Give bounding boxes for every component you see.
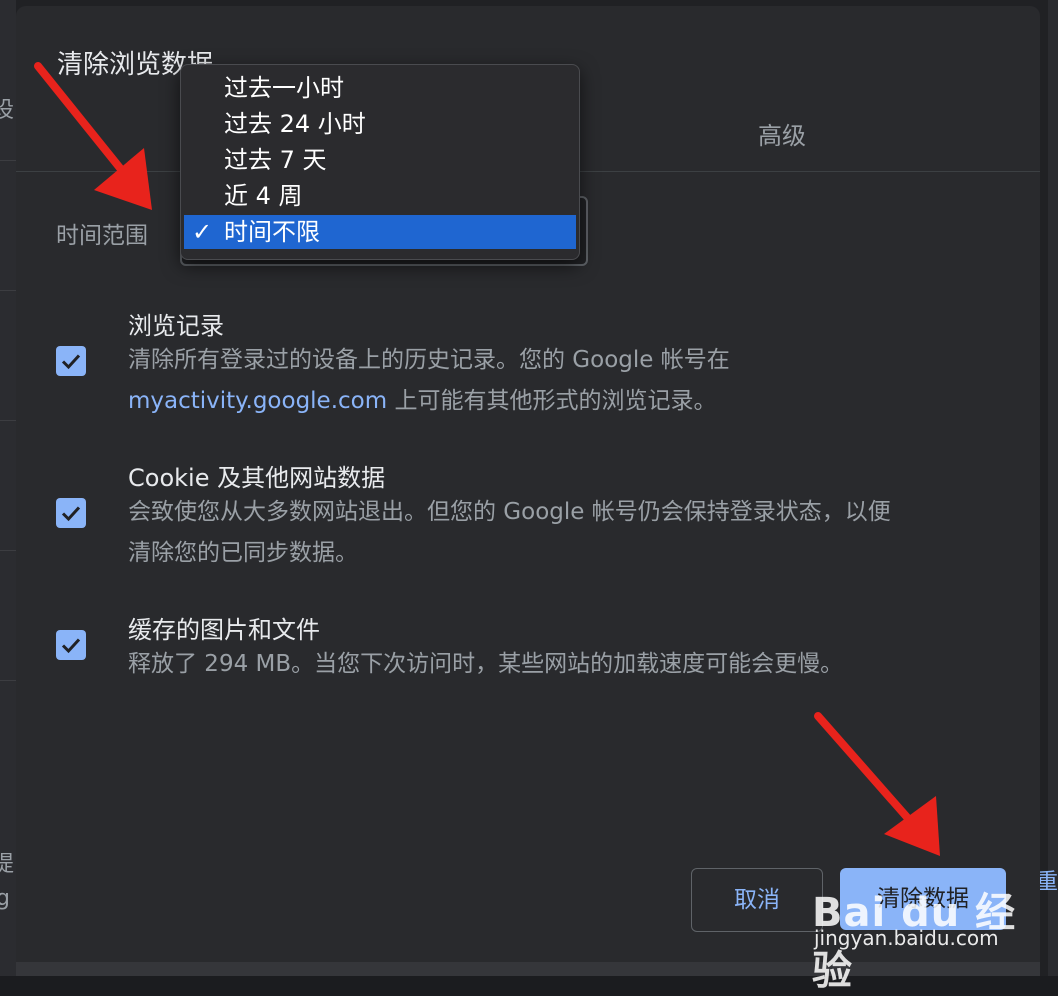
- background-divider: [0, 680, 16, 681]
- background-text: g: [0, 886, 10, 911]
- checkbox-cached-files[interactable]: [56, 630, 86, 660]
- dropdown-option-last-hour[interactable]: 过去一小时: [184, 71, 576, 105]
- checkbox-cookies[interactable]: [56, 498, 86, 528]
- desc-text: 上可能有其他形式的浏览记录。: [387, 388, 717, 414]
- option-label: 过去一小时: [224, 74, 344, 102]
- item-title-cookies: Cookie 及其他网站数据: [128, 464, 386, 492]
- checkmark-icon: [61, 354, 81, 370]
- item-desc-browsing-history: 清除所有登录过的设备上的历史记录。您的 Google 帐号在 myactivit…: [128, 340, 1008, 422]
- option-label: 时间不限: [224, 218, 320, 246]
- item-title-cached-files: 缓存的图片和文件: [128, 616, 320, 644]
- dropdown-option-last-24-hours[interactable]: 过去 24 小时: [184, 107, 576, 141]
- background-divider: [0, 290, 16, 291]
- option-label: 过去 24 小时: [224, 110, 366, 138]
- baidu-jingyan-watermark: Bai du 经验 jingyan.baidu.com: [800, 860, 1020, 994]
- dropdown-option-all-time[interactable]: ✓ 时间不限: [184, 215, 576, 249]
- background-divider: [0, 550, 16, 551]
- desc-line: 释放了 294 MB。当您下次访问时，某些网站的加载速度可能会更慢。: [128, 651, 844, 677]
- option-label: 过去 7 天: [224, 146, 327, 174]
- background-text: 设: [0, 98, 15, 123]
- desc-line: myactivity.google.com 上可能有其他形式的浏览记录。: [128, 381, 1008, 422]
- time-range-label: 时间范围: [56, 223, 148, 249]
- dropdown-option-last-4-weeks[interactable]: 近 4 周: [184, 179, 576, 213]
- desc-line: 会致使您从大多数网站退出。但您的 Google 帐号仍会保持登录状态，以便: [128, 499, 891, 525]
- background-divider: [0, 420, 16, 421]
- clear-browsing-data-dialog: 清除浏览数据 高级 时间范围 浏览记录 清除所有登录过的设备上的历史记录。您的 …: [16, 6, 1040, 976]
- myactivity-link[interactable]: myactivity.google.com: [128, 388, 387, 414]
- background-text: 提: [0, 852, 15, 877]
- background-sidebar: [0, 0, 16, 976]
- dropdown-option-last-7-days[interactable]: 过去 7 天: [184, 143, 576, 177]
- watermark-url: jingyan.baidu.com: [814, 926, 999, 950]
- item-title-browsing-history: 浏览记录: [128, 312, 224, 340]
- checkmark-icon: [61, 506, 81, 522]
- checkmark-icon: [61, 638, 81, 654]
- check-icon: ✓: [192, 218, 213, 246]
- tab-advanced[interactable]: 高级: [758, 116, 806, 151]
- time-range-dropdown-menu: 过去一小时 过去 24 小时 过去 7 天 近 4 周 ✓ 时间不限: [180, 64, 580, 260]
- item-desc-cached-files: 释放了 294 MB。当您下次访问时，某些网站的加载速度可能会更慢。: [128, 644, 1008, 685]
- desc-line: 清除您的已同步数据。: [128, 540, 358, 566]
- background-right-panel: [1048, 0, 1058, 976]
- background-divider: [0, 160, 16, 161]
- desc-line: 清除所有登录过的设备上的历史记录。您的 Google 帐号在: [128, 347, 730, 373]
- checkbox-browsing-history[interactable]: [56, 346, 86, 376]
- item-desc-cookies: 会致使您从大多数网站退出。但您的 Google 帐号仍会保持登录状态，以便 清除…: [128, 492, 1008, 574]
- option-label: 近 4 周: [224, 182, 303, 210]
